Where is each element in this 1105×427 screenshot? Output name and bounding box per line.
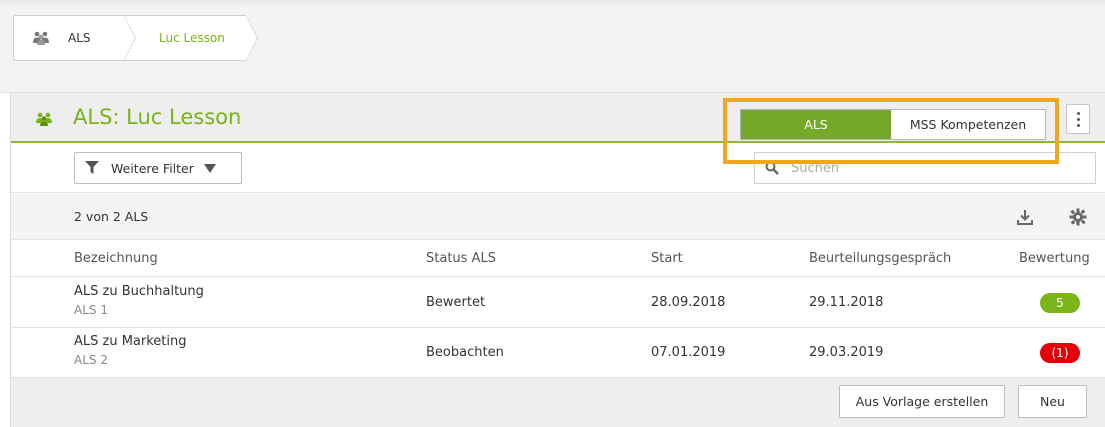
create-from-template-button[interactable]: Aus Vorlage erstellen bbox=[839, 385, 1005, 418]
group-icon bbox=[32, 31, 52, 45]
more-filters-button[interactable]: Weitere Filter bbox=[74, 152, 242, 184]
row-start: 07.01.2019 bbox=[651, 345, 726, 360]
row-review: 29.03.2019 bbox=[809, 345, 884, 360]
gear-icon[interactable] bbox=[1069, 208, 1087, 226]
list-toolbar: 2 von 2 ALS bbox=[11, 194, 1105, 240]
funnel-icon bbox=[85, 161, 99, 174]
row-status: Beobachten bbox=[426, 345, 504, 360]
row-status: Bewertet bbox=[426, 295, 486, 310]
als-panel: ALS: Luc Lesson ALS MSS Kompetenzen Weit… bbox=[10, 93, 1105, 427]
kebab-dot bbox=[1076, 117, 1080, 121]
view-toggle: ALS MSS Kompetenzen bbox=[740, 109, 1046, 140]
top-shadow bbox=[0, 0, 1105, 8]
search-input[interactable]: Suchen bbox=[754, 152, 1096, 184]
column-header[interactable]: Beurteilungsgespräch bbox=[809, 251, 951, 266]
toggle-mss-kompetenzen[interactable]: MSS Kompetenzen bbox=[891, 110, 1045, 139]
table-row[interactable]: ALS zu Marketing ALS 2 Beobachten 07.01.… bbox=[11, 328, 1105, 378]
row-start: 28.09.2018 bbox=[651, 295, 726, 310]
row-sub: ALS 2 bbox=[74, 353, 108, 367]
page-title: ALS: Luc Lesson bbox=[73, 105, 242, 129]
group-icon bbox=[36, 112, 52, 126]
filter-bar: Weitere Filter Suchen bbox=[11, 145, 1105, 193]
rating-badge: 5 bbox=[1040, 293, 1080, 313]
panel-header: ALS: Luc Lesson ALS MSS Kompetenzen bbox=[11, 93, 1105, 143]
breadcrumb-area: ALS Luc Lesson bbox=[0, 0, 1105, 93]
download-icon[interactable] bbox=[1016, 208, 1034, 226]
filter-label: Weitere Filter bbox=[111, 160, 194, 176]
search-placeholder: Suchen bbox=[791, 160, 840, 176]
caret-down-icon bbox=[203, 163, 216, 173]
column-header[interactable]: Status ALS bbox=[426, 251, 496, 266]
rating-badge: (1) bbox=[1040, 343, 1080, 363]
breadcrumb-item-als[interactable]: ALS bbox=[13, 15, 136, 61]
new-button[interactable]: Neu bbox=[1018, 385, 1087, 418]
row-review: 29.11.2018 bbox=[809, 295, 884, 310]
kebab-dot bbox=[1076, 111, 1080, 115]
more-menu-button[interactable] bbox=[1066, 104, 1090, 134]
row-name: ALS zu Buchhaltung bbox=[74, 284, 204, 299]
kebab-dot bbox=[1076, 123, 1080, 127]
panel-footer: Aus Vorlage erstellen Neu bbox=[11, 378, 1105, 427]
table-row[interactable]: ALS zu Buchhaltung ALS 1 Bewertet 28.09.… bbox=[11, 278, 1105, 328]
breadcrumb-label: ALS bbox=[68, 31, 91, 45]
breadcrumb: ALS Luc Lesson bbox=[13, 15, 258, 61]
row-sub: ALS 1 bbox=[74, 303, 108, 317]
toggle-als[interactable]: ALS bbox=[741, 110, 891, 139]
column-header[interactable]: Bewertung bbox=[1019, 251, 1090, 266]
result-count: 2 von 2 ALS bbox=[74, 209, 149, 224]
row-name: ALS zu Marketing bbox=[74, 334, 187, 349]
column-header[interactable]: Bezeichnung bbox=[74, 251, 158, 266]
breadcrumb-label: Luc Lesson bbox=[159, 31, 225, 45]
table-header: Bezeichnung Status ALS Start Beurteilung… bbox=[11, 241, 1105, 277]
search-icon bbox=[765, 161, 779, 175]
column-header[interactable]: Start bbox=[651, 251, 683, 266]
breadcrumb-item-luc-lesson[interactable]: Luc Lesson bbox=[124, 15, 258, 61]
